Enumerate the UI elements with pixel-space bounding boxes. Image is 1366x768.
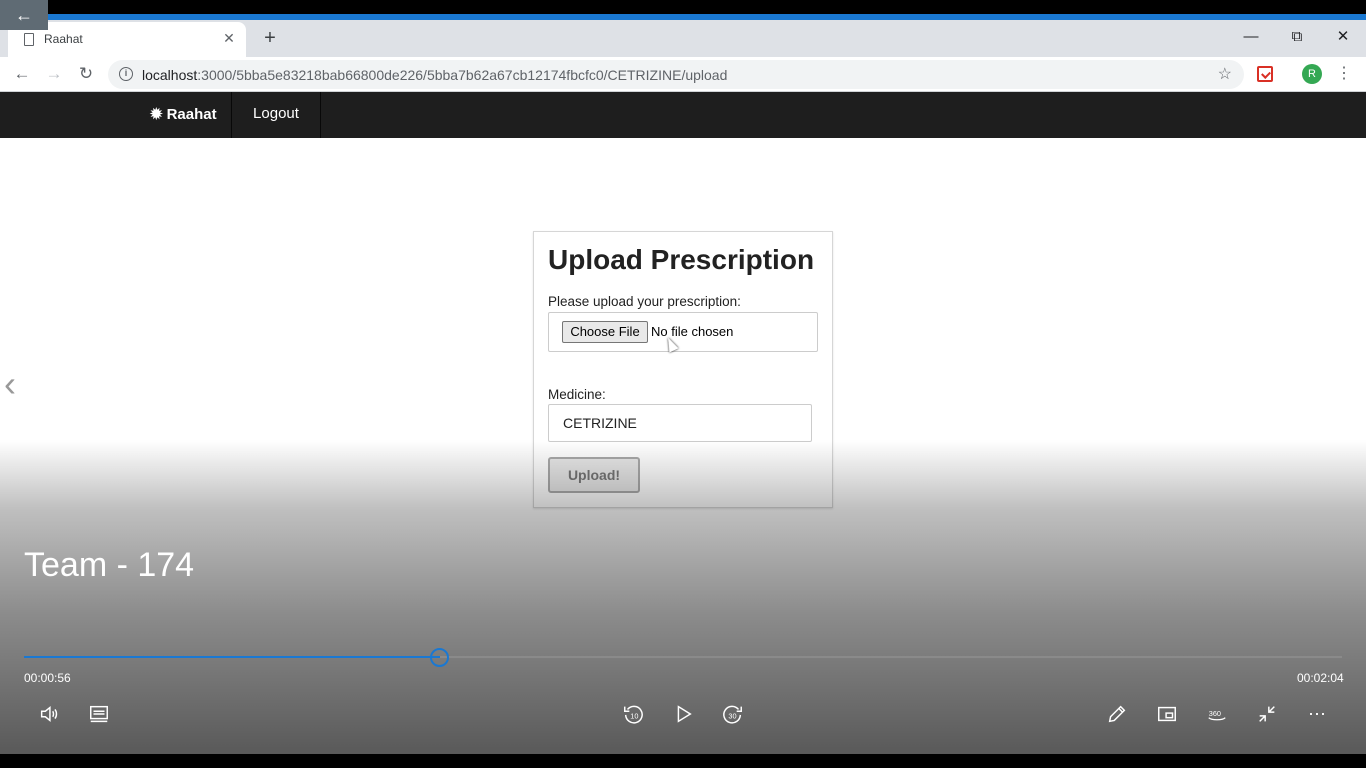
medicine-input[interactable]: CETRIZINE <box>548 404 812 442</box>
forward-icon[interactable]: → <box>42 62 66 86</box>
player-top-bar: ← <box>0 0 1366 30</box>
screen: ← Raahat ✕ + — ⧉ ✕ ← → ↻ i localhost:300… <box>0 0 1366 768</box>
player-back-icon[interactable]: ← <box>0 0 48 30</box>
site-navbar: ✹ Raahat Logout <box>0 92 1366 138</box>
logout-link[interactable]: Logout <box>232 92 320 138</box>
captions-icon[interactable] <box>83 700 115 728</box>
bookmark-star-icon[interactable]: ☆ <box>1218 64 1232 84</box>
bottom-bar <box>0 754 1366 768</box>
svg-text:10: 10 <box>630 712 638 721</box>
edit-pencil-icon[interactable] <box>1101 700 1133 728</box>
back-icon[interactable]: ← <box>10 62 34 86</box>
seek-thumb[interactable] <box>430 648 450 667</box>
minimize-icon[interactable]: — <box>1239 26 1263 48</box>
upload-button[interactable]: Upload! <box>548 457 640 493</box>
total-duration: 00:02:04 <box>1297 671 1344 685</box>
mini-view-icon[interactable] <box>1151 700 1183 728</box>
file-status: No file chosen <box>651 324 734 339</box>
new-tab-icon[interactable]: + <box>258 26 282 50</box>
skip-back-10-icon[interactable]: 10 <box>617 700 649 728</box>
reload-icon[interactable]: ↻ <box>74 62 98 86</box>
file-input[interactable]: Choose File No file chosen <box>548 312 818 353</box>
profile-avatar[interactable]: R <box>1302 64 1322 84</box>
tab-title: Raahat <box>44 32 83 46</box>
gear-icon: ✹ <box>150 106 163 123</box>
form-title: Upload Prescription <box>548 244 815 275</box>
browser-menu-icon[interactable]: ⋮ <box>1336 63 1352 85</box>
volume-icon[interactable] <box>33 700 65 728</box>
url-text: localhost:3000/5bba5e83218bab66800de226/… <box>142 67 728 83</box>
info-icon[interactable]: i <box>119 67 133 81</box>
skip-forward-30-icon[interactable]: 30 <box>717 700 749 728</box>
tab-close-icon[interactable]: ✕ <box>220 29 238 47</box>
medicine-label: Medicine: <box>548 387 606 402</box>
seek-bar-played <box>24 656 441 658</box>
browser-toolbar: ← → ↻ i localhost:3000/5bba5e83218bab668… <box>0 57 1366 92</box>
brand-link[interactable]: ✹ Raahat <box>150 92 230 138</box>
restore-icon[interactable]: ⧉ <box>1285 26 1309 48</box>
exit-fullscreen-icon[interactable] <box>1251 700 1283 728</box>
more-options-icon[interactable]: ⋯ <box>1301 700 1333 728</box>
nav-divider <box>320 92 321 138</box>
address-bar[interactable]: i localhost:3000/5bba5e83218bab66800de22… <box>108 60 1244 89</box>
svg-text:30: 30 <box>728 712 736 721</box>
browser-tab-strip: Raahat ✕ + — ⧉ ✕ <box>0 20 1366 57</box>
choose-file-button[interactable]: Choose File <box>562 321 648 343</box>
file-label: Please upload your prescription: <box>548 294 741 309</box>
page-icon <box>24 33 34 46</box>
close-window-icon[interactable]: ✕ <box>1331 26 1355 48</box>
play-icon[interactable] <box>667 700 699 728</box>
extension-icon[interactable] <box>1257 66 1273 82</box>
video-title: Team - 174 <box>24 546 195 584</box>
360-view-icon[interactable]: 360 <box>1201 700 1233 728</box>
svg-text:360: 360 <box>1209 709 1221 718</box>
previous-arrow-icon[interactable]: ‹ <box>4 364 28 404</box>
upload-card: Upload Prescription Please upload your p… <box>533 231 833 508</box>
elapsed-time: 00:00:56 <box>24 671 71 685</box>
